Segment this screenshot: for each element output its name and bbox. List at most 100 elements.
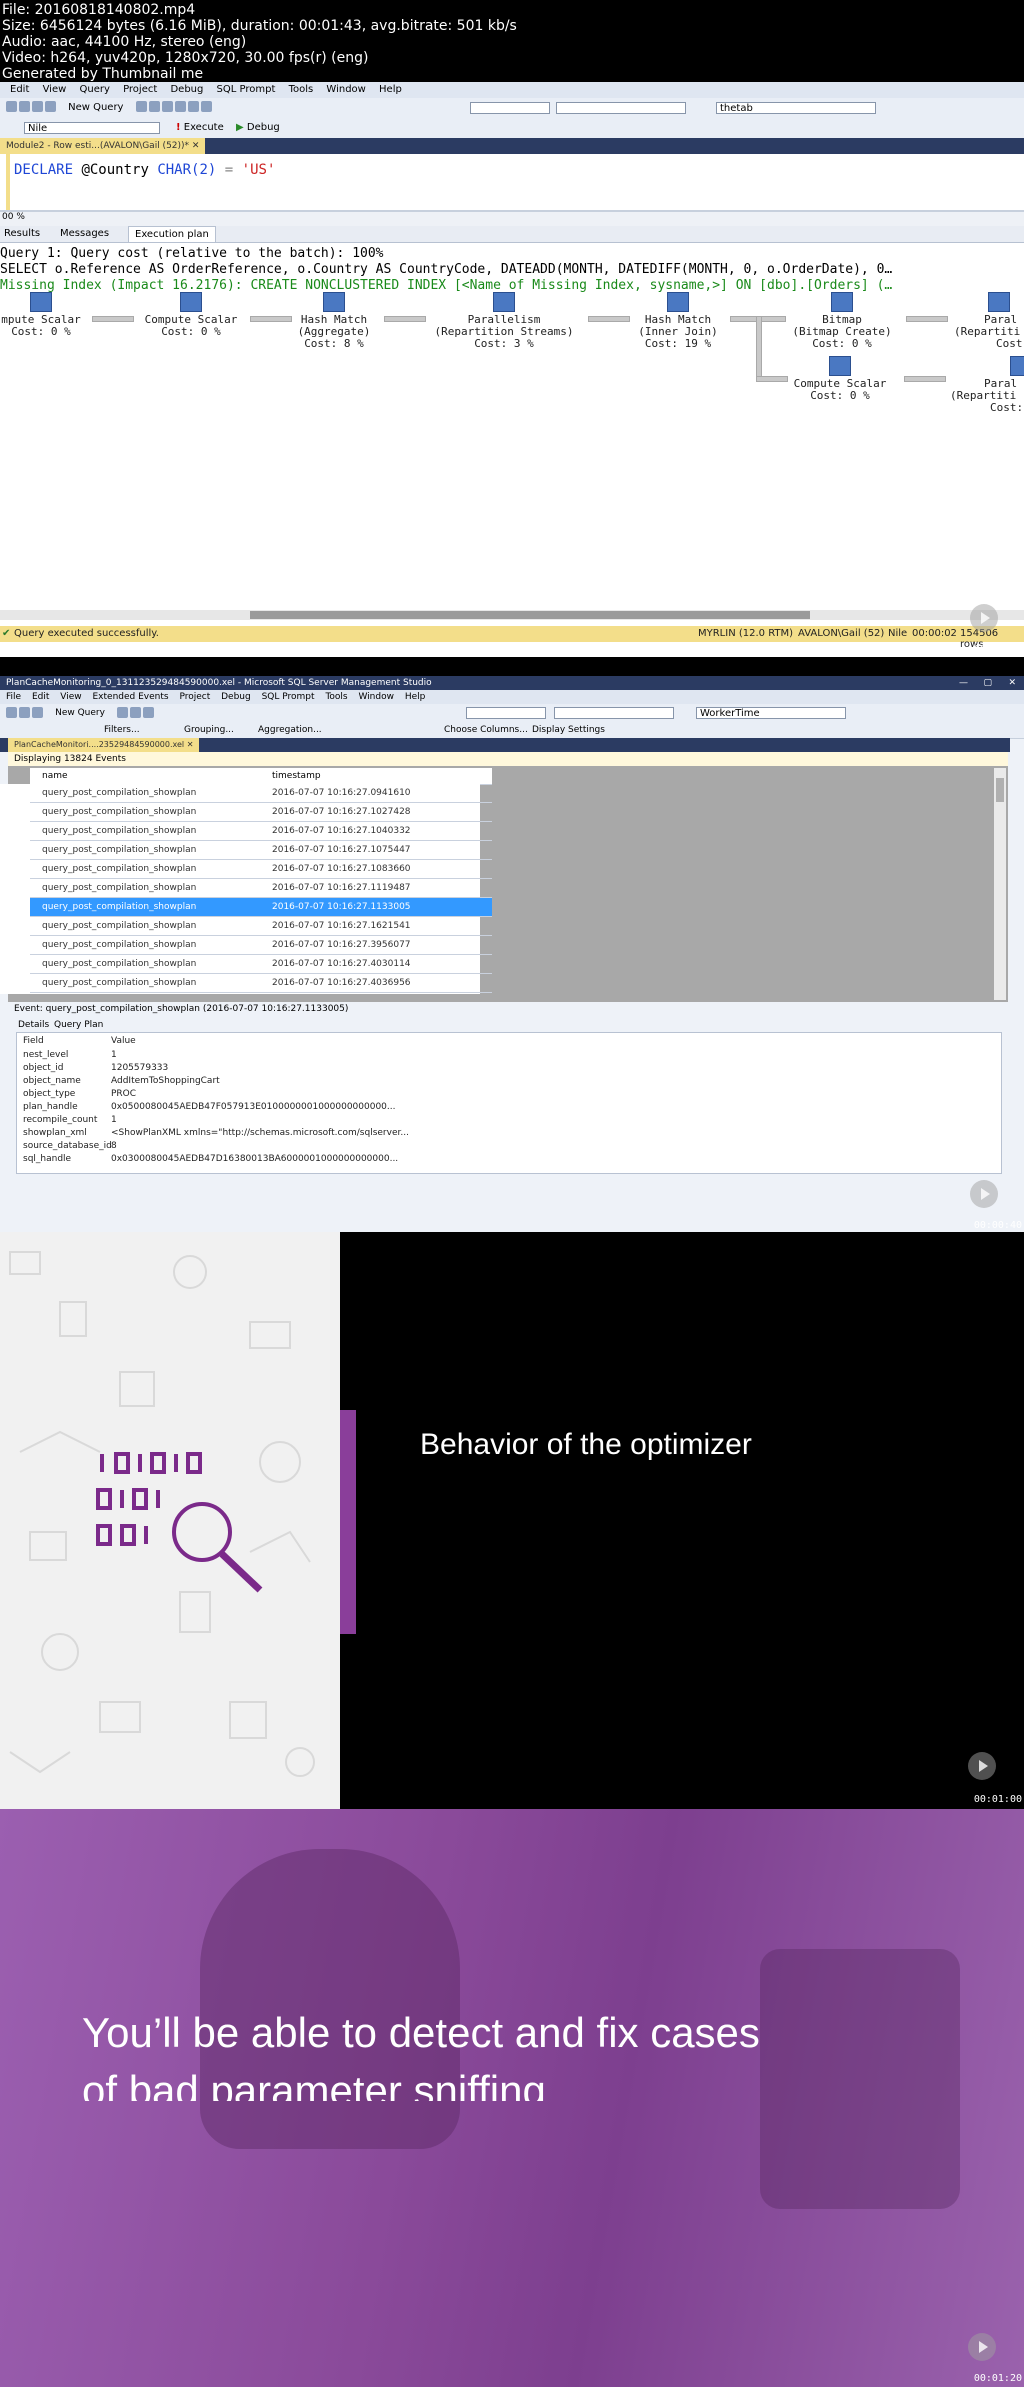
close-window-icon[interactable]: ✕ [1008, 676, 1016, 690]
scrollbar-thumb[interactable] [996, 778, 1004, 802]
query-editor[interactable]: DECLARE @Country CHAR(2) = 'US' [0, 154, 1024, 212]
document-tab[interactable]: Module2 - Row esti...(AVALON\Gail (52))*… [0, 138, 206, 154]
choose-columns-button[interactable]: Choose Columns... [444, 722, 528, 738]
play-overlay-icon[interactable] [970, 1180, 998, 1208]
plan-node-hash-match-aggregate[interactable]: Hash Match (Aggregate) Cost: 8 % [284, 292, 384, 350]
document-tab[interactable]: PlanCacheMonitori....23529484590000.xel … [8, 738, 200, 752]
debug-button[interactable]: ▶ Debug [236, 122, 280, 133]
new-file-icon[interactable] [6, 101, 17, 112]
detail-row[interactable]: recompile_count 1 [23, 1114, 363, 1126]
table-row[interactable]: query_post_compilation_showplan 2016-07-0… [30, 822, 492, 841]
scrollbar-thumb[interactable] [250, 611, 810, 619]
table-row[interactable]: query_post_compilation_showplan 2016-07-0… [30, 936, 492, 955]
find-select[interactable]: thetab [716, 102, 876, 114]
execute-button[interactable]: ! Execute [176, 122, 224, 133]
save-all-icon[interactable] [45, 101, 56, 112]
plan-node-parallelism[interactable]: Parallelism (Repartition Streams) Cost: … [424, 292, 584, 350]
menu-query[interactable]: Query [79, 84, 109, 95]
plan-node-hash-match-join[interactable]: Hash Match (Inner Join) Cost: 19 % [628, 292, 728, 350]
tab-execution-plan[interactable]: Execution plan [128, 226, 216, 242]
table-row[interactable]: query_post_compilation_showplan 2016-07-0… [30, 879, 492, 898]
detail-row[interactable]: showplan_xml <ShowPlanXML xmlns="http://s… [23, 1127, 409, 1139]
tab-results[interactable]: Results [4, 228, 40, 239]
redo-icon[interactable] [200, 101, 212, 112]
menu-help[interactable]: Help [379, 84, 402, 95]
detail-row[interactable]: sql_handle 0x0300080045AEDB47D16380013BA6… [23, 1153, 398, 1165]
horizontal-scrollbar[interactable] [0, 610, 1024, 620]
menu-sql-prompt[interactable]: SQL Prompt [217, 84, 276, 95]
solution-config-select[interactable] [470, 102, 550, 114]
table-row[interactable]: query_post_compilation_showplan 2016-07-0… [30, 841, 492, 860]
menu-debug[interactable]: Debug [170, 84, 203, 95]
save-icon[interactable] [32, 101, 43, 112]
menu-tools[interactable]: Tools [289, 84, 314, 95]
aggregation-button[interactable]: Aggregation... [258, 722, 322, 738]
plan-node-parallelism-2[interactable]: Paral (Repartiti Cost [944, 292, 1024, 350]
config-select[interactable] [466, 707, 546, 719]
plan-node-compute-scalar-3[interactable]: Compute Scalar Cost: 0 % [780, 356, 900, 402]
plan-node-parallelism-3[interactable]: Paral (Repartiti Cost: [944, 356, 1024, 414]
table-row[interactable]: query_post_compilation_showplan 2016-07-0… [30, 955, 492, 974]
menu-window[interactable]: Window [326, 84, 365, 95]
new-query-button[interactable]: New Query [55, 708, 105, 718]
filters-button[interactable]: Filters... [104, 722, 140, 738]
detail-row[interactable]: object_id 1205579333 [23, 1062, 363, 1074]
menu-file[interactable]: File [6, 692, 21, 702]
menu-view[interactable]: View [43, 84, 67, 95]
open-icon[interactable] [19, 101, 30, 112]
menu-help[interactable]: Help [405, 692, 426, 702]
plan-node-compute-scalar-2[interactable]: Compute Scalar Cost: 0 % [136, 292, 246, 338]
database-select[interactable]: Nile [24, 122, 160, 134]
undo-icon[interactable] [187, 101, 199, 112]
menu-edit[interactable]: Edit [32, 692, 49, 702]
maximize-icon[interactable]: ▢ [983, 676, 992, 690]
menu-sql-prompt[interactable]: SQL Prompt [262, 692, 315, 702]
menu-extended-events[interactable]: Extended Events [92, 692, 168, 702]
cut-icon[interactable] [117, 707, 129, 718]
menu-window[interactable]: Window [358, 692, 394, 702]
table-row[interactable]: query_post_compilation_showplan 2016-07-0… [30, 898, 492, 917]
menu-tools[interactable]: Tools [325, 692, 347, 702]
db-query-icon[interactable] [135, 101, 147, 112]
menu-project[interactable]: Project [179, 692, 210, 702]
platform-select[interactable] [554, 707, 674, 719]
table-row[interactable]: query_post_compilation_showplan 2016-07-0… [30, 784, 492, 803]
table-row[interactable]: query_post_compilation_showplan 2016-07-0… [30, 860, 492, 879]
paste-icon[interactable] [174, 101, 186, 112]
detail-row[interactable]: object_type PROC [23, 1088, 363, 1100]
detail-row[interactable]: source_database_id 8 [23, 1140, 363, 1152]
tab-details[interactable]: Details [18, 1018, 49, 1032]
menu-project[interactable]: Project [123, 84, 157, 95]
plan-node-bitmap[interactable]: Bitmap (Bitmap Create) Cost: 0 % [782, 292, 902, 350]
menu-edit[interactable]: Edit [10, 84, 29, 95]
plan-missing-index[interactable]: Missing Index (Impact 16.2176): CREATE N… [0, 278, 892, 293]
column-header-timestamp[interactable]: timestamp [272, 768, 321, 784]
detail-row[interactable]: object_name AddItemToShoppingCart [23, 1075, 363, 1087]
menu-view[interactable]: View [60, 692, 81, 702]
detail-row[interactable]: plan_handle 0x0500080045AEDB47F057913E010… [23, 1101, 396, 1113]
close-icon[interactable]: ✕ [187, 740, 194, 749]
copy-icon[interactable] [161, 101, 173, 112]
table-row[interactable]: query_post_compilation_showplan 2016-07-0… [30, 974, 492, 993]
detail-row[interactable]: nest_level 1 [23, 1049, 363, 1061]
table-row[interactable]: query_post_compilation_showplan 2016-07-0… [30, 917, 492, 936]
open-icon[interactable] [19, 707, 30, 718]
find-select[interactable]: WorkerTime [696, 707, 846, 719]
close-icon[interactable]: ✕ [192, 141, 200, 151]
copy-icon[interactable] [130, 707, 142, 718]
play-overlay-icon[interactable] [970, 604, 998, 632]
minimize-icon[interactable]: — [959, 676, 968, 690]
cut-icon[interactable] [148, 101, 160, 112]
vertical-scrollbar[interactable] [994, 768, 1006, 1000]
menu-debug[interactable]: Debug [221, 692, 251, 702]
save-icon[interactable] [32, 707, 43, 718]
play-overlay-icon[interactable] [968, 2333, 996, 2361]
platform-select[interactable] [556, 102, 686, 114]
zoom-level[interactable]: 00 % [2, 212, 25, 222]
grouping-button[interactable]: Grouping... [184, 722, 234, 738]
paste-icon[interactable] [143, 707, 155, 718]
tab-messages[interactable]: Messages [60, 228, 109, 239]
plan-node-compute-scalar-1[interactable]: mpute Scalar Cost: 0 % [0, 292, 86, 338]
column-header-name[interactable]: name [42, 768, 68, 784]
table-row[interactable]: query_post_compilation_showplan 2016-07-0… [30, 803, 492, 822]
